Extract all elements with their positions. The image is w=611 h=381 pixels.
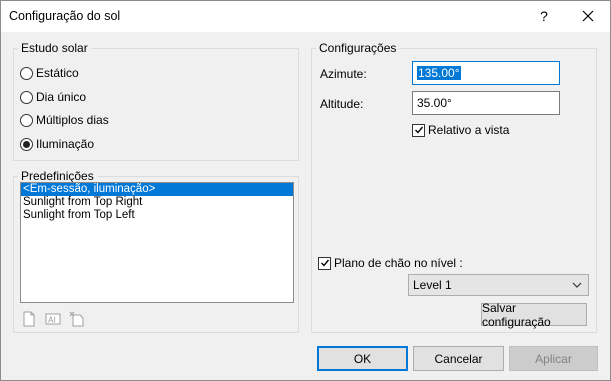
azimuth-input[interactable]: 135.00° bbox=[412, 61, 560, 85]
help-button[interactable]: ? bbox=[523, 2, 565, 30]
close-icon bbox=[582, 10, 593, 22]
settings-group: Configurações Azimute: 135.00° Altitude:… bbox=[311, 41, 597, 333]
radio-static-indicator[interactable] bbox=[20, 66, 33, 80]
level-value: Level 1 bbox=[413, 278, 452, 292]
radio-single-day-label: Dia único bbox=[36, 90, 87, 104]
svg-text:AI: AI bbox=[48, 316, 56, 325]
duplicate-preset-icon[interactable] bbox=[21, 311, 37, 327]
rename-preset-icon[interactable]: AI bbox=[45, 311, 61, 327]
ground-plane-checkbox[interactable]: Plano de chão no nível : bbox=[318, 256, 463, 270]
chevron-down-icon bbox=[572, 282, 582, 288]
save-settings-button[interactable]: Salvar configuração bbox=[481, 300, 587, 329]
apply-label: Aplicar bbox=[535, 351, 572, 366]
relative-to-view-label: Relativo a vista bbox=[428, 123, 510, 137]
apply-button[interactable]: Aplicar bbox=[509, 346, 598, 371]
ok-label: OK bbox=[353, 351, 372, 366]
relative-to-view-check[interactable] bbox=[412, 123, 425, 137]
radio-lighting[interactable]: Iluminação bbox=[20, 137, 94, 151]
solar-study-group: Estudo solar Estático Dia único Múltiplo… bbox=[13, 41, 299, 161]
radio-multi-day-indicator[interactable] bbox=[20, 113, 33, 127]
delete-preset-icon[interactable] bbox=[69, 311, 85, 327]
radio-single-day[interactable]: Dia único bbox=[20, 90, 86, 104]
ground-plane-check[interactable] bbox=[318, 256, 331, 270]
ok-button[interactable]: OK bbox=[317, 346, 408, 371]
radio-static-label: Estático bbox=[36, 66, 79, 80]
list-item[interactable]: <Em-sessão, iluminação> bbox=[21, 183, 293, 196]
azimuth-value: 135.00° bbox=[417, 66, 461, 80]
dialog-title: Configuração do sol bbox=[9, 9, 121, 23]
list-item[interactable]: Sunlight from Top Left bbox=[21, 209, 293, 222]
level-dropdown[interactable]: Level 1 bbox=[408, 274, 589, 296]
presets-group: Predefinições <Em-sessão, iluminação> Su… bbox=[13, 169, 299, 333]
azimuth-label: Azimute: bbox=[320, 67, 367, 81]
presets-label: Predefinições bbox=[18, 169, 97, 183]
relative-to-view-checkbox[interactable]: Relativo a vista bbox=[412, 123, 509, 137]
settings-label: Configurações bbox=[316, 41, 400, 55]
title-bar: Configuração do sol ? bbox=[1, 1, 610, 32]
radio-multi-day[interactable]: Múltiplos dias bbox=[20, 113, 109, 127]
cancel-button[interactable]: Cancelar bbox=[413, 346, 504, 371]
cancel-label: Cancelar bbox=[434, 351, 483, 366]
solar-study-label: Estudo solar bbox=[18, 41, 91, 55]
radio-static[interactable]: Estático bbox=[20, 66, 79, 80]
ground-plane-label: Plano de chão no nível : bbox=[334, 256, 463, 270]
presets-list[interactable]: <Em-sessão, iluminação> Sunlight from To… bbox=[20, 182, 294, 303]
checkmark-icon bbox=[414, 126, 423, 134]
radio-single-day-indicator[interactable] bbox=[20, 90, 33, 104]
checkmark-icon bbox=[320, 259, 329, 267]
radio-lighting-indicator[interactable] bbox=[20, 137, 33, 151]
altitude-value: 35.00° bbox=[417, 96, 452, 110]
list-item[interactable]: Sunlight from Top Right bbox=[21, 196, 293, 209]
altitude-input[interactable]: 35.00° bbox=[412, 91, 560, 115]
close-button[interactable] bbox=[565, 2, 610, 30]
help-icon: ? bbox=[540, 8, 548, 24]
radio-lighting-label: Iluminação bbox=[36, 137, 95, 151]
altitude-label: Altitude: bbox=[320, 97, 364, 111]
sun-settings-dialog: Configuração do sol ? Estudo solar Estát… bbox=[0, 0, 611, 381]
radio-multi-day-label: Múltiplos dias bbox=[36, 113, 109, 127]
save-settings-label: Salvar configuração bbox=[482, 300, 551, 329]
